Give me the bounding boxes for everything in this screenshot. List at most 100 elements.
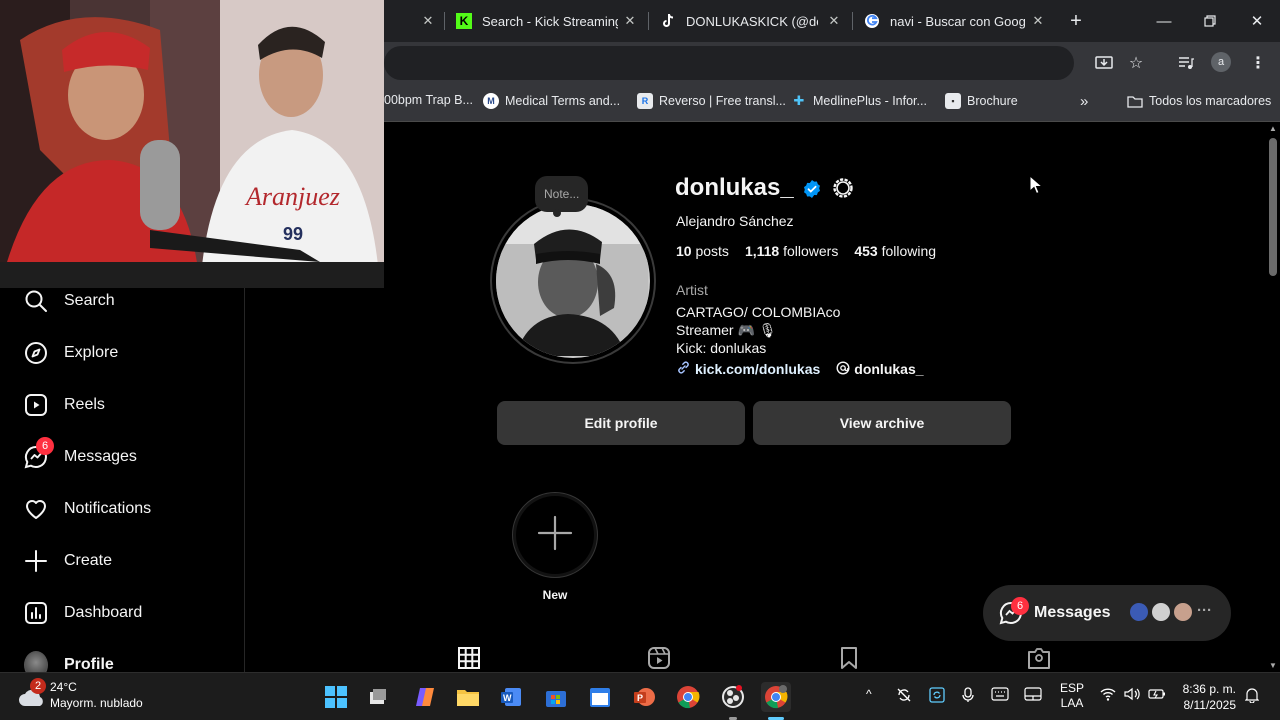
calendar-icon[interactable] bbox=[585, 682, 615, 712]
sync-off-icon[interactable] bbox=[896, 687, 912, 706]
sidebar-item-label: Explore bbox=[64, 344, 119, 361]
restore-icon[interactable] bbox=[1197, 8, 1223, 34]
note-text: Note... bbox=[544, 187, 580, 201]
bookmark-star-icon[interactable]: ☆ bbox=[1124, 51, 1148, 75]
scroll-thumb[interactable] bbox=[1269, 138, 1277, 276]
tagged-tab-icon[interactable] bbox=[1027, 646, 1051, 670]
view-archive-button[interactable]: View archive bbox=[753, 401, 1011, 445]
posts-grid-tab-icon[interactable] bbox=[457, 646, 481, 670]
microphone-icon[interactable] bbox=[961, 687, 975, 706]
refresh-icon[interactable] bbox=[929, 687, 945, 706]
word-icon[interactable]: W bbox=[496, 682, 526, 712]
folder-icon bbox=[1127, 93, 1143, 109]
sidebar-item-create[interactable]: Create bbox=[24, 547, 112, 575]
sidebar-item-messages[interactable]: 6 Messages bbox=[24, 437, 137, 471]
chrome-profile-icon[interactable] bbox=[761, 682, 791, 712]
webcam-overlay: Aranjuez 99 bbox=[0, 0, 384, 288]
volume-icon[interactable] bbox=[1124, 687, 1140, 704]
file-explorer-icon[interactable] bbox=[453, 682, 483, 712]
edit-profile-button[interactable]: Edit profile bbox=[497, 401, 745, 445]
kick-icon: K bbox=[456, 13, 472, 29]
sidebar-item-label: Reels bbox=[64, 396, 105, 413]
clock-time: 8:36 p. m. bbox=[1182, 682, 1236, 696]
sidebar-item-dashboard[interactable]: Dashboard bbox=[24, 599, 142, 627]
system-clock[interactable]: 8:36 p. m. 8/11/2025 bbox=[1180, 681, 1236, 713]
minimize-icon[interactable]: — bbox=[1151, 8, 1177, 34]
battery-icon[interactable] bbox=[1148, 687, 1166, 704]
keyboard-layout: LAA bbox=[1060, 696, 1084, 710]
close-tab-icon[interactable]: ✕ bbox=[826, 13, 842, 29]
external-link-text: kick.com/donlukas bbox=[695, 361, 821, 377]
install-app-icon[interactable] bbox=[1092, 51, 1116, 75]
new-highlight-button[interactable] bbox=[512, 492, 598, 578]
sidebar-item-search[interactable]: Search bbox=[24, 287, 115, 315]
store-icon[interactable] bbox=[541, 682, 571, 712]
followers-link[interactable]: 1,118 followers bbox=[745, 243, 838, 259]
powerpoint-icon[interactable]: P bbox=[629, 682, 659, 712]
medlineplus-icon: ✚ bbox=[793, 93, 805, 108]
copilot-icon[interactable] bbox=[410, 682, 440, 712]
close-tab-icon[interactable]: ✕ bbox=[1030, 13, 1046, 29]
tab-current[interactable]: ✕ bbox=[410, 6, 436, 36]
language-indicator[interactable]: ESP LAA bbox=[1060, 681, 1084, 711]
sidebar-item-reels[interactable]: Reels bbox=[24, 391, 105, 419]
posts-number: 10 bbox=[676, 243, 692, 259]
profile-picture[interactable] bbox=[490, 198, 656, 364]
notification-bell-icon[interactable] bbox=[1244, 687, 1260, 706]
task-view-icon[interactable] bbox=[363, 682, 393, 712]
chrome-icon[interactable] bbox=[673, 682, 703, 712]
sidebar-item-explore[interactable]: Explore bbox=[24, 339, 118, 367]
scroll-up-icon[interactable]: ▲ bbox=[1269, 124, 1277, 133]
highlight-circle bbox=[516, 496, 594, 574]
heart-icon bbox=[24, 497, 48, 521]
more-bookmarks-icon[interactable]: » bbox=[1080, 93, 1088, 110]
media-controls-icon[interactable] bbox=[1174, 51, 1198, 75]
language-code: ESP bbox=[1060, 681, 1085, 695]
settings-gear-icon[interactable] bbox=[831, 176, 855, 200]
close-tab-icon[interactable]: ✕ bbox=[420, 13, 436, 29]
saved-tab-icon[interactable] bbox=[837, 646, 861, 670]
bookmark-item[interactable]: 00bpm Trap B... bbox=[384, 93, 473, 107]
note-bubble[interactable]: Note... bbox=[535, 176, 589, 217]
bookmark-item[interactable]: ▪ Brochure bbox=[945, 93, 1018, 109]
sidebar-item-label: Search bbox=[64, 292, 115, 309]
sidebar-item-notifications[interactable]: Notifications bbox=[24, 495, 151, 523]
messages-pill[interactable]: 6 Messages ··· bbox=[983, 585, 1231, 641]
bookmark-item[interactable]: R Reverso | Free transl... bbox=[637, 93, 786, 109]
bookmark-item[interactable]: M Medical Terms and... bbox=[483, 93, 620, 109]
external-link[interactable]: kick.com/donlukas bbox=[676, 360, 820, 378]
google-icon bbox=[864, 13, 880, 29]
sidebar-item-label: Notifications bbox=[64, 500, 152, 517]
reels-tab-icon[interactable] bbox=[647, 646, 671, 670]
keyboard-icon[interactable] bbox=[991, 687, 1009, 704]
mouse-cursor-icon bbox=[1029, 174, 1044, 200]
bookmark-label: Brochure bbox=[967, 94, 1018, 108]
messages-pill-badge: 6 bbox=[1011, 597, 1029, 615]
posts-label: posts bbox=[695, 243, 729, 259]
all-bookmarks-folder[interactable]: Todos los marcadores bbox=[1127, 93, 1271, 109]
chrome-menu-icon[interactable]: ⋮ bbox=[1246, 51, 1270, 75]
scroll-down-icon[interactable]: ▼ bbox=[1269, 661, 1277, 670]
obs-icon[interactable] bbox=[718, 682, 748, 712]
new-tab-icon[interactable]: + bbox=[1063, 8, 1089, 34]
mw-icon: M bbox=[483, 93, 499, 109]
close-tab-icon[interactable]: ✕ bbox=[622, 13, 638, 29]
threads-link[interactable]: donlukas_ bbox=[836, 360, 924, 378]
page-scrollbar[interactable]: ▲ ▼ bbox=[1266, 122, 1280, 672]
bookmark-label: MedlinePlus - Infor... bbox=[813, 94, 927, 108]
weather-widget[interactable]: 2 24°C Mayorm. nublado bbox=[18, 678, 143, 711]
svg-text:99: 99 bbox=[283, 224, 303, 244]
address-bar[interactable] bbox=[384, 46, 1074, 80]
chevron-up-icon[interactable]: ^ bbox=[866, 687, 872, 701]
close-window-icon[interactable]: ✕ bbox=[1244, 8, 1270, 34]
tab-tiktok[interactable]: DONLUKASKICK (@donl ✕ bbox=[660, 6, 842, 36]
tab-google[interactable]: navi - Buscar con Google ✕ bbox=[864, 6, 1046, 36]
tab-kick-search[interactable]: K Search - Kick Streaming ✕ bbox=[456, 6, 638, 36]
windows-start-icon[interactable] bbox=[321, 682, 351, 712]
touchpad-icon[interactable] bbox=[1024, 687, 1042, 704]
following-link[interactable]: 453 following bbox=[854, 243, 936, 259]
chrome-profile-avatar[interactable]: a bbox=[1211, 52, 1231, 72]
wifi-icon[interactable] bbox=[1100, 687, 1116, 704]
weather-condition: Mayorm. nublado bbox=[50, 696, 143, 710]
bookmark-item[interactable]: ✚ MedlinePlus - Infor... bbox=[791, 93, 927, 109]
